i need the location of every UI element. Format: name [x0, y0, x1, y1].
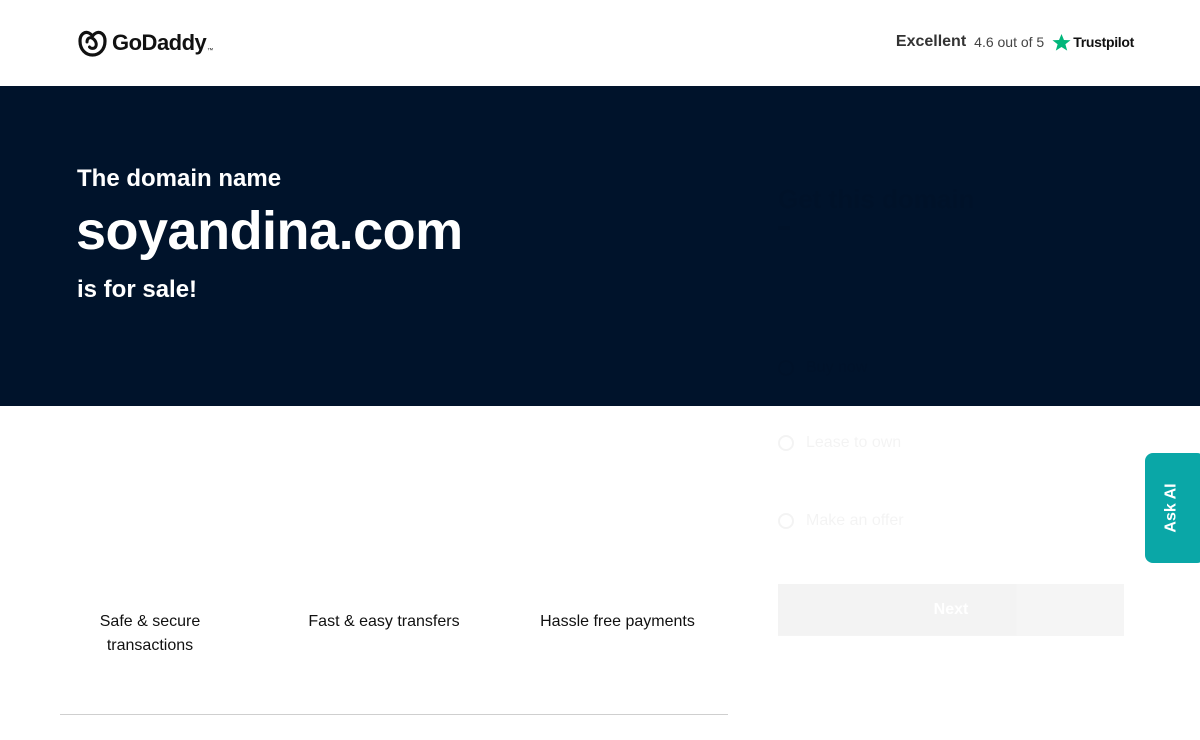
- ask-ai-button[interactable]: Ask AI: [1145, 453, 1200, 563]
- purchase-card: Get this domain Buy now Lease to own Mak…: [760, 160, 1142, 740]
- card-badge: [778, 226, 790, 230]
- option-lease-to-own[interactable]: Lease to own: [778, 418, 1124, 468]
- option-buy-now[interactable]: Buy now: [778, 343, 1124, 393]
- trustpilot-wordmark: Trustpilot: [1073, 34, 1134, 50]
- option-label: Lease to own: [806, 434, 901, 452]
- ask-ai-label: Ask AI: [1162, 483, 1180, 533]
- godaddy-logo[interactable]: GoDaddy ™: [77, 28, 213, 58]
- option-label: Buy now: [806, 359, 867, 377]
- radio-icon: [778, 435, 794, 451]
- feature-hassle-free: Hassle free payments: [540, 613, 695, 630]
- card-title: Get this domain: [778, 184, 974, 215]
- hero-for-sale: is for sale!: [77, 276, 198, 303]
- section-divider: [60, 714, 728, 715]
- radio-icon: [778, 513, 794, 529]
- next-button[interactable]: Next: [778, 584, 1124, 636]
- godaddy-logo-icon: [78, 30, 107, 57]
- feature-fast-transfers: Fast & easy transfers: [308, 613, 460, 630]
- radio-icon: [778, 360, 794, 376]
- logo-trademark: ™: [207, 48, 214, 54]
- logo-wordmark: GoDaddy: [112, 30, 207, 55]
- rating-score: 4.6 out of 5: [974, 34, 1045, 50]
- feature-safe-secure: Safe & secure transactions: [99, 613, 201, 654]
- trustpilot-star-icon: [1052, 33, 1071, 51]
- option-make-offer[interactable]: Make an offer: [778, 496, 1124, 546]
- hero-intro: The domain name: [77, 165, 282, 192]
- option-label: Make an offer: [806, 512, 904, 530]
- rating-label: Excellent: [895, 33, 967, 50]
- trustpilot-rating[interactable]: Excellent 4.6 out of 5 Trustpilot: [896, 30, 1134, 54]
- site-header: GoDaddy ™ Excellent 4.6 out of 5 Trustpi…: [0, 0, 1200, 86]
- domain-name-heading: soyandina.com: [76, 201, 463, 261]
